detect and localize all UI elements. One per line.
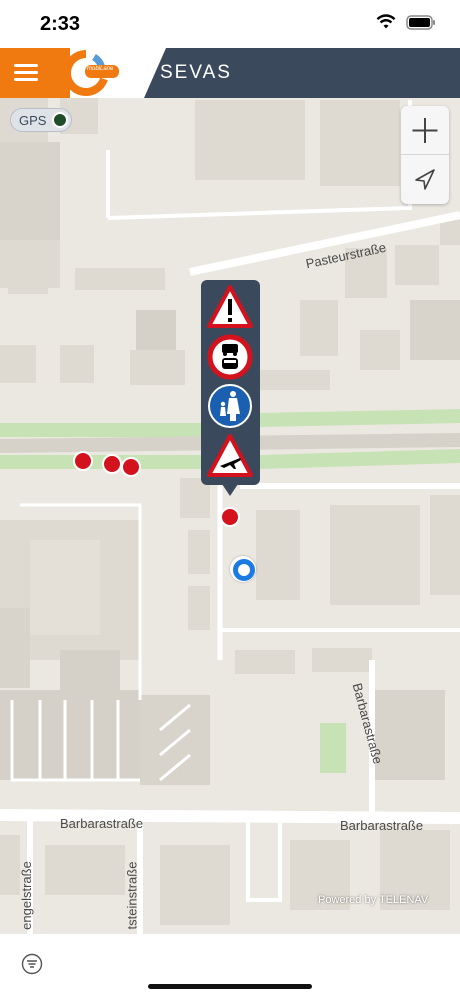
incident-marker[interactable] <box>121 457 141 477</box>
battery-icon <box>406 14 435 30</box>
traffic-sign-popup-tail <box>222 484 238 496</box>
app-header: mobiLane SEVAS <box>0 48 460 98</box>
status-icons <box>376 14 436 30</box>
map-attribution: Powered by TELENAV <box>318 894 429 906</box>
road-label-engelstrasse: engelstraße <box>18 861 34 930</box>
menu-button[interactable] <box>14 60 48 86</box>
aircraft-warning-sign-icon[interactable] <box>207 433 253 479</box>
road-label-barbarastrasse-east: Barbarastraße <box>340 818 424 833</box>
no-motor-vehicles-sign-icon[interactable] <box>207 334 253 380</box>
locate-button[interactable] <box>401 155 449 204</box>
map-controls <box>401 106 449 204</box>
navigation-arrow-icon <box>415 169 435 190</box>
filter-icon <box>21 953 43 975</box>
filter-button[interactable] <box>21 953 43 975</box>
road-label-barbarastrasse-west: Barbarastraße <box>60 816 144 831</box>
warning-sign-icon[interactable] <box>207 284 253 330</box>
gps-status-dot <box>52 112 68 128</box>
traffic-sign-popup[interactable] <box>201 280 260 485</box>
wifi-icon <box>376 14 396 29</box>
zoom-in-button[interactable] <box>401 106 449 155</box>
map-view[interactable]: Pasteurstraße Barbarastraße Barbarastraß… <box>0 98 460 934</box>
pedestrian-zone-sign-icon[interactable] <box>207 383 253 429</box>
status-time: 2:33 <box>40 13 81 35</box>
incident-marker[interactable] <box>73 451 93 471</box>
incident-marker[interactable] <box>220 507 240 527</box>
current-location-marker <box>230 556 256 582</box>
gps-toggle[interactable]: GPS <box>10 108 72 132</box>
incident-marker[interactable] <box>102 454 122 474</box>
status-bar: 2:33 <box>0 0 460 48</box>
logo-text: mobiLane <box>87 66 114 72</box>
road-label-tsteinstrasse: tsteinstraße <box>124 861 140 930</box>
plus-icon <box>412 118 438 143</box>
page-title: SEVAS <box>160 62 232 83</box>
gps-label: GPS <box>19 113 47 128</box>
home-indicator <box>148 984 312 989</box>
bottom-bar <box>0 934 460 996</box>
